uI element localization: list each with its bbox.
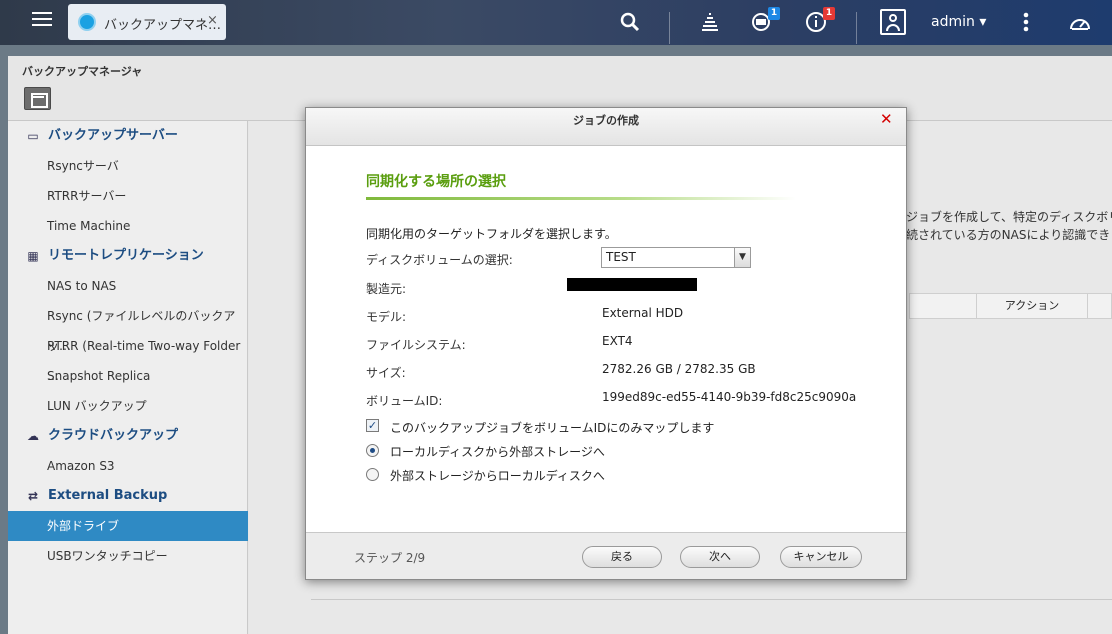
content-divider [311, 599, 1112, 600]
sidebar-group-label: バックアップサーバー [48, 128, 178, 143]
sidebar-item-rtrr-server[interactable]: RTRRサーバー [8, 181, 248, 211]
model-label: モデル: [366, 310, 407, 324]
back-button[interactable]: 戻る [582, 546, 662, 568]
create-job-dialog: ジョブの作成 ✕ 同期化する場所の選択 同期化用のターゲットフォルダを選択します… [305, 107, 907, 580]
map-by-volume-id-checkbox[interactable]: ✓ [366, 419, 379, 432]
sidebar-item-amazon-s3[interactable]: Amazon S3 [8, 451, 248, 481]
window-title: バックアップマネージャ [22, 65, 143, 78]
dialog-title: ジョブの作成 [306, 108, 906, 146]
direction-radio-external-to-local[interactable] [366, 468, 379, 481]
manufacturer-value-redacted [567, 278, 697, 291]
step-indicator: ステップ 2/9 [354, 551, 426, 565]
volume-id-label: ボリュームID: [366, 394, 443, 408]
nas-icon: ▦ [27, 249, 39, 263]
disk-volume-value: TEST [606, 250, 636, 264]
content-description-line2: 続されている方のNASにより認識できます [906, 228, 1112, 242]
size-label: サイズ: [366, 366, 406, 380]
sidebar-item-nas-to-nas[interactable]: NAS to NAS [8, 271, 248, 301]
backup-manager-app-icon [78, 13, 96, 31]
sidebar-item-lun-backup[interactable]: LUN バックアップ [8, 391, 248, 421]
cancel-button[interactable]: キャンセル [780, 546, 862, 568]
sidebar: ▭ バックアップサーバー Rsyncサーバ RTRRサーバー Time Mach… [8, 121, 248, 634]
sidebar-group-cloud-backup[interactable]: ☁ クラウドバックアップ [8, 421, 248, 451]
user-menu[interactable]: admin ▾ [931, 14, 986, 30]
app-tab-title: バックアップマネ… [104, 18, 222, 33]
model-value: External HDD [602, 306, 684, 320]
dashboard-gauge-icon[interactable] [1068, 10, 1092, 34]
next-button[interactable]: 次へ [680, 546, 760, 568]
topbar-divider [669, 12, 670, 44]
server-icon: ▭ [27, 129, 39, 143]
sidebar-group-external-backup[interactable]: ⇄ External Backup [8, 481, 248, 511]
map-by-volume-id-label[interactable]: このバックアップジョブをボリュームIDにのみマップします [390, 419, 714, 436]
sidebar-item-snapshot-replica[interactable]: Snapshot Replica [8, 361, 248, 391]
sidebar-group-remote-replication[interactable]: ▦ リモートレプリケーション [8, 241, 248, 271]
chevron-down-icon[interactable]: ▼ [734, 248, 750, 267]
sidebar-group-backup-server[interactable]: ▭ バックアップサーバー [8, 121, 248, 151]
app-tab-close-icon[interactable]: × [207, 13, 218, 28]
sidebar-item-rsync[interactable]: Rsync (ファイルレベルのバックアッ… [8, 301, 248, 353]
manufacturer-label: 製造元: [366, 282, 407, 296]
background-tasks-icon[interactable] [698, 10, 722, 34]
cloud-icon: ☁ [27, 429, 39, 443]
size-value: 2782.26 GB / 2782.35 GB [602, 362, 756, 376]
close-icon[interactable]: ✕ [880, 110, 893, 128]
sidebar-item-rtrr[interactable]: RTRR (Real-time Two-way Folder … [8, 331, 248, 383]
app-tab-backup-manager[interactable]: バックアップマネ… × [68, 4, 226, 40]
direction-radio-local-to-external[interactable] [366, 444, 379, 457]
sidebar-item-external-drive[interactable]: 外部ドライブ [8, 511, 248, 541]
user-avatar-icon[interactable] [880, 9, 906, 35]
sidebar-group-label: リモートレプリケーション [48, 248, 204, 263]
sidebar-group-label: External Backup [48, 488, 168, 503]
topbar-divider [856, 12, 857, 44]
notification-count-badge: 1 [823, 7, 835, 20]
direction-option-local-to-external[interactable]: ローカルディスクから外部ストレージへ [390, 443, 605, 460]
disk-volume-select[interactable]: TEST ▼ [601, 247, 751, 268]
content-description-line1: ジョブを作成して、特定のディスクボリュー [906, 210, 1112, 224]
sidebar-group-label: クラウドバックアップ [48, 428, 179, 443]
dialog-intro: 同期化用のターゲットフォルダを選択します。 [366, 227, 617, 241]
dialog-footer: ステップ 2/9 戻る 次へ キャンセル [306, 532, 906, 579]
dialog-heading: 同期化する場所の選択 [366, 174, 506, 190]
volume-id-value: 199ed89c-ed55-4140-9b39-fd8c25c9090a [602, 390, 857, 404]
job-table-header: アクション [909, 293, 1112, 319]
layout-toggle-icon[interactable] [24, 87, 51, 110]
direction-option-external-to-local[interactable]: 外部ストレージからローカルディスクへ [390, 467, 605, 484]
sidebar-item-usb-one-touch-copy[interactable]: USBワンタッチコピー [8, 541, 248, 571]
sidebar-item-rsync-server[interactable]: Rsyncサーバ [8, 151, 248, 181]
filesystem-label: ファイルシステム: [366, 338, 466, 352]
menu-icon[interactable] [22, 8, 62, 36]
table-header-action[interactable]: アクション [976, 294, 1088, 318]
filesystem-value: EXT4 [602, 334, 633, 348]
search-icon[interactable] [618, 10, 642, 34]
more-options-icon[interactable] [1014, 10, 1038, 34]
device-count-badge: 1 [768, 7, 780, 20]
disk-volume-label: ディスクボリュームの選択: [366, 253, 513, 267]
sidebar-item-time-machine[interactable]: Time Machine [8, 211, 248, 241]
sync-arrows-icon: ⇄ [27, 489, 39, 503]
heading-underline [366, 197, 796, 200]
top-bar: バックアップマネ… × 1 1 admin ▾ [0, 0, 1112, 45]
